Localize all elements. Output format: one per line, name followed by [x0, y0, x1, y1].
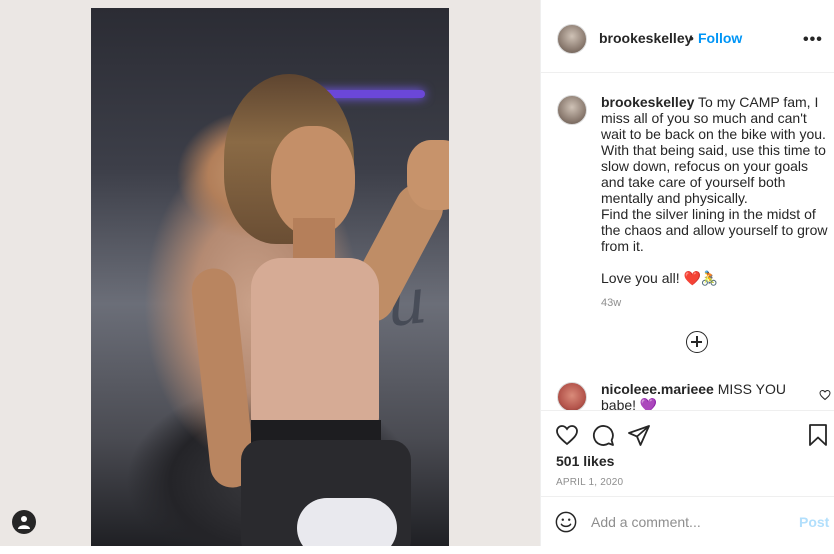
comment-username[interactable]: nicoleee.marieee	[601, 381, 714, 397]
photo-hand	[407, 140, 449, 210]
post-photo[interactable]: you	[91, 8, 449, 546]
post-media: you	[0, 0, 540, 546]
post-header: brookeskelley • Follow •••	[541, 0, 834, 73]
add-comment-input[interactable]	[591, 511, 781, 533]
more-icon[interactable]: •••	[803, 31, 823, 49]
post-modal: you brookeskelley • Follow ••• b	[0, 0, 834, 554]
load-more-icon[interactable]	[686, 331, 708, 353]
share-icon[interactable]	[627, 423, 651, 447]
caption-line-4: Love you all! ❤️🚴	[601, 270, 719, 286]
user-tag-icon[interactable]	[12, 510, 36, 534]
post-date[interactable]: APRIL 1, 2020	[556, 477, 623, 488]
post-comment-button[interactable]: Post	[799, 514, 829, 530]
post-sidebar: brookeskelley • Follow ••• brookeskelley…	[540, 0, 834, 546]
caption-line-3: Find the silver lining in the midst of t…	[601, 206, 828, 254]
caption-timestamp[interactable]: 43w	[601, 297, 621, 309]
comment-like-icon[interactable]	[819, 389, 831, 401]
bookmark-icon[interactable]	[807, 423, 829, 447]
author-username[interactable]: brookeskelley	[599, 30, 692, 46]
caption-username[interactable]: brookeskelley	[601, 94, 694, 110]
comment-avatar[interactable]	[557, 382, 587, 410]
avatar[interactable]	[557, 24, 587, 54]
post-caption: brookeskelley To my CAMP fam, I miss all…	[601, 94, 831, 286]
comments-section: brookeskelley To my CAMP fam, I miss all…	[541, 73, 834, 410]
emoji-icon[interactable]	[555, 511, 577, 533]
heart-icon[interactable]	[555, 423, 579, 447]
comment: nicoleee.marieee MISS YOU babe! 💜	[601, 381, 811, 410]
follow-button[interactable]: Follow	[698, 30, 742, 46]
caption-line-2: With that being said, use this time to s…	[601, 142, 826, 206]
separator-dot: •	[689, 30, 694, 46]
photo-top	[251, 258, 379, 428]
photo-towel	[297, 498, 397, 546]
post-actions: 501 likes APRIL 1, 2020	[541, 410, 834, 495]
comment-icon[interactable]	[591, 423, 615, 447]
like-count[interactable]: 501 likes	[556, 453, 614, 469]
add-comment-bar: Post	[541, 496, 834, 547]
caption-avatar[interactable]	[557, 95, 587, 125]
